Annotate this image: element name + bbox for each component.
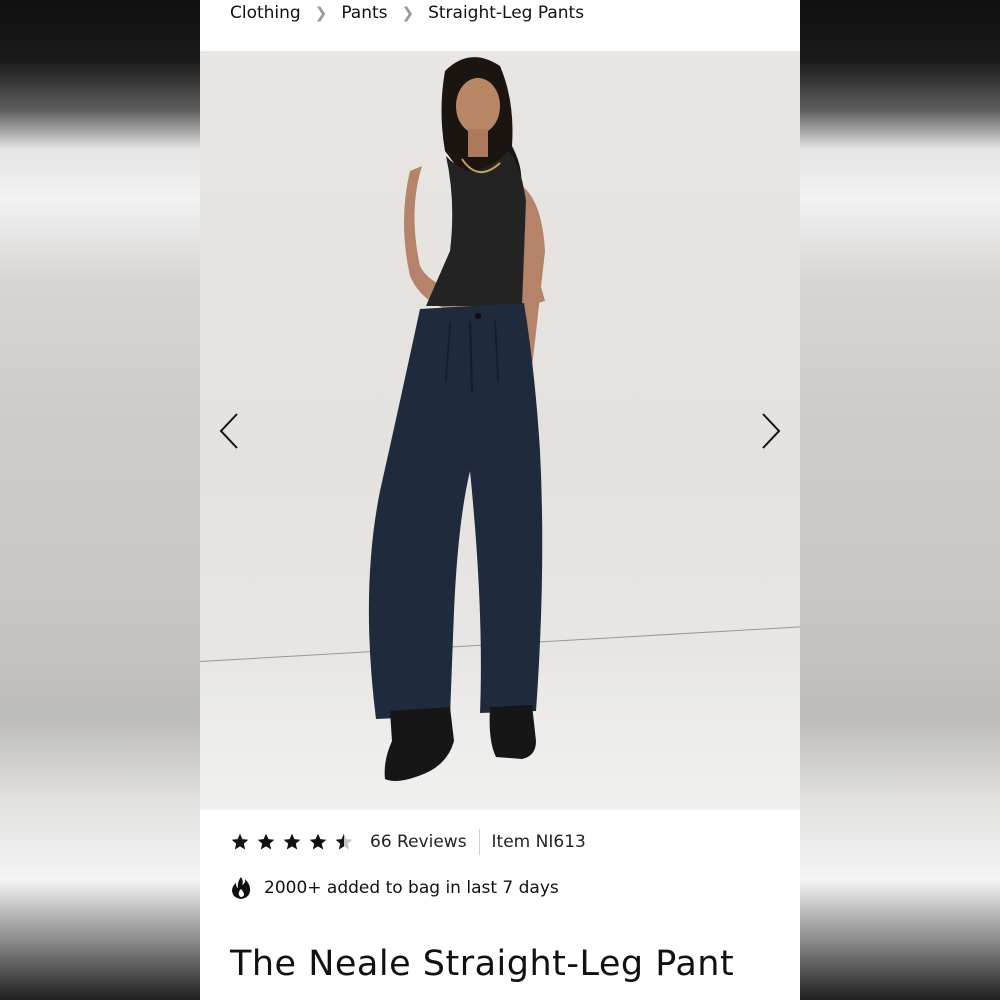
star-icon	[309, 833, 327, 850]
gallery-next-button[interactable]	[754, 411, 788, 451]
star-rating[interactable]	[230, 832, 354, 852]
gallery-prev-button[interactable]	[212, 411, 246, 451]
star-icon	[257, 833, 275, 850]
breadcrumb-item-straight-leg-pants[interactable]: Straight-Leg Pants	[428, 3, 584, 23]
star-icon	[231, 833, 249, 850]
divider	[478, 829, 480, 855]
half-star-icon	[335, 833, 353, 850]
social-proof-text: 2000+ added to bag in last 7 days	[264, 878, 559, 898]
flame-icon	[232, 877, 251, 899]
chevron-right-icon: ❯	[314, 4, 328, 22]
breadcrumb-item-clothing[interactable]: Clothing	[230, 3, 301, 23]
breadcrumb-item-pants[interactable]: Pants	[341, 3, 387, 23]
reviews-link[interactable]: 66 Reviews	[370, 832, 467, 852]
product-page: Clothing ❯ Pants ❯ Straight-Leg Pants 66…	[200, 0, 800, 1000]
item-number: Item NI613	[491, 832, 586, 852]
rating-row: 66 Reviews Item NI613	[230, 828, 586, 856]
star-icon	[283, 833, 301, 850]
breadcrumb: Clothing ❯ Pants ❯ Straight-Leg Pants	[230, 0, 584, 26]
social-proof: 2000+ added to bag in last 7 days	[230, 874, 559, 902]
chevron-left-icon	[219, 413, 238, 449]
product-image-gallery[interactable]	[200, 51, 800, 810]
chevron-right-icon: ❯	[401, 4, 415, 22]
chevron-right-icon	[762, 413, 781, 449]
product-title: The Neale Straight-Leg Pant	[230, 944, 735, 984]
blurred-backdrop-right	[800, 0, 1000, 1000]
blurred-backdrop-left	[0, 0, 200, 1000]
product-model-image	[368, 57, 545, 781]
